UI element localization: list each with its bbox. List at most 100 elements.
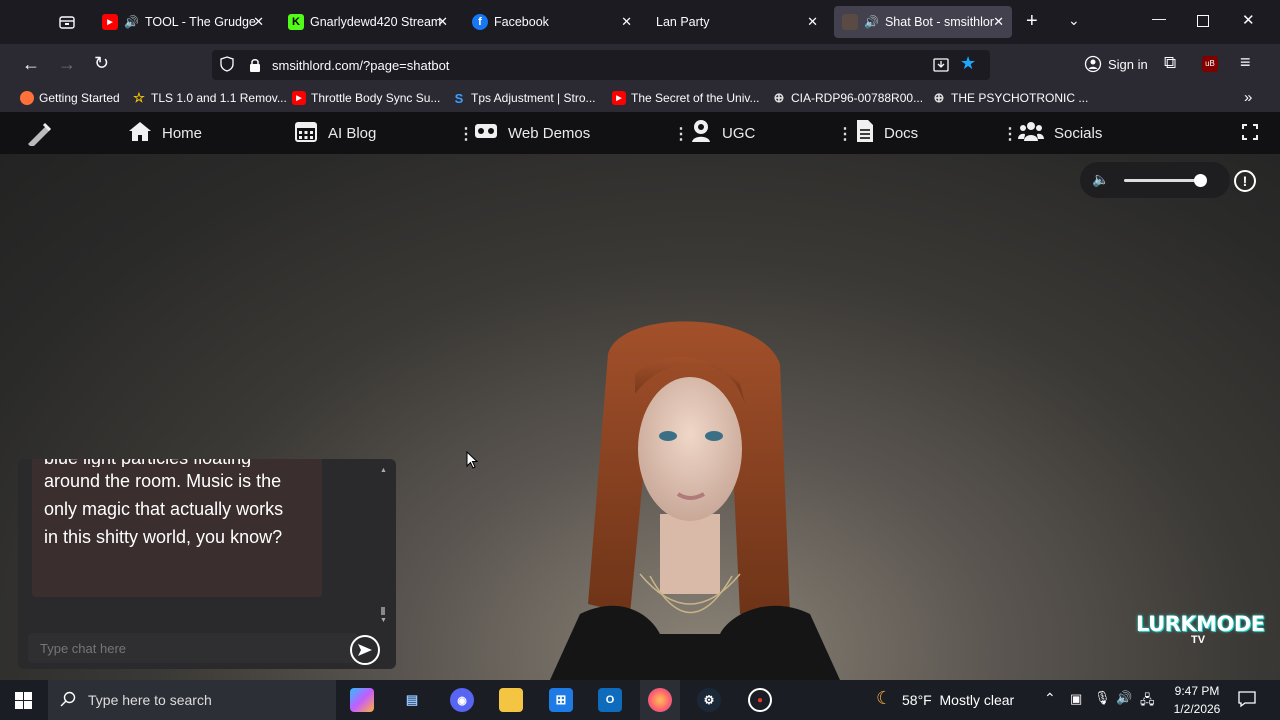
bookmark-tls[interactable]: ☆ TLS 1.0 and 1.1 Remov... xyxy=(132,90,287,105)
speaker-icon[interactable]: 🔊 xyxy=(1116,690,1132,706)
fullscreen-icon[interactable] xyxy=(1242,124,1258,145)
kick-icon: K xyxy=(288,14,304,30)
more-vertical-icon[interactable]: ⋮ xyxy=(837,124,853,144)
more-vertical-icon[interactable]: ⋮ xyxy=(1002,124,1018,144)
close-icon[interactable]: ✕ xyxy=(253,14,264,30)
nav-ai-blog[interactable]: AI Blog xyxy=(294,112,376,154)
bookmark-secret-universe[interactable]: ▶ The Secret of the Univ... xyxy=(612,91,760,105)
shield-icon[interactable] xyxy=(220,56,234,77)
sign-in-button[interactable]: Sign in xyxy=(1108,57,1148,72)
bookmark-label: Tps Adjustment | Stro... xyxy=(471,91,596,105)
more-vertical-icon[interactable]: ⋮ xyxy=(673,124,689,144)
account-icon[interactable] xyxy=(1084,55,1102,78)
windows-start-icon[interactable] xyxy=(15,692,32,714)
menu-icon[interactable]: ≡ xyxy=(1240,52,1251,73)
clock-date[interactable]: 1/2/2026 xyxy=(1168,702,1226,716)
speaker-icon[interactable]: 🔊 xyxy=(124,15,139,29)
nav-home[interactable]: Home xyxy=(128,112,202,154)
speaker-icon[interactable]: 🔊 xyxy=(864,15,879,29)
maximize-icon[interactable] xyxy=(1197,15,1209,27)
microphone-icon[interactable]: 🎙 xyxy=(1094,690,1111,706)
volume-slider[interactable] xyxy=(1124,174,1207,187)
youtube-icon: ▶ xyxy=(102,14,118,30)
taskbar-search[interactable]: Type here to search xyxy=(48,680,336,720)
volume-icon[interactable]: 🔈 xyxy=(1092,171,1109,188)
nav-docs[interactable]: Docs xyxy=(856,112,918,154)
scrollbar[interactable]: ▲ ▼ xyxy=(380,467,387,624)
bookmark-label: TLS 1.0 and 1.1 Remov... xyxy=(151,91,287,105)
bookmark-star-icon[interactable]: ★ xyxy=(960,53,976,74)
clock-time[interactable]: 9:47 PM xyxy=(1168,684,1226,698)
chevron-up-icon[interactable]: ⌃ xyxy=(1044,690,1056,707)
tab-tool-the-grudge[interactable]: ▶ 🔊 TOOL - The Grudge ✕ xyxy=(94,6,272,38)
reload-icon[interactable]: ↻ xyxy=(94,53,109,74)
ublock-icon[interactable]: uB xyxy=(1202,56,1218,72)
steam-icon[interactable]: ⚙ xyxy=(697,688,721,712)
nav-web-demos[interactable]: Web Demos xyxy=(474,112,590,154)
tab-gnarlydewd420[interactable]: K Gnarlydewd420 Stream ✕ xyxy=(280,6,456,38)
chat-partial-line: blue light particles floating xyxy=(44,459,304,467)
chevron-down-icon[interactable]: ⌄ xyxy=(1068,12,1080,29)
discord-icon[interactable]: ◉ xyxy=(450,688,474,712)
bookmark-label: The Secret of the Univ... xyxy=(631,91,760,105)
scroll-down-icon[interactable]: ▼ xyxy=(380,617,387,624)
bookmark-cia-rdp[interactable]: ⊕ CIA-RDP96-00788R00... xyxy=(772,90,924,105)
bookmark-tps-adjustment[interactable]: S Tps Adjustment | Stro... xyxy=(452,91,596,106)
scroll-thumb[interactable] xyxy=(381,607,385,615)
close-window-icon[interactable]: ✕ xyxy=(1242,11,1255,29)
outlook-icon[interactable]: O xyxy=(598,688,622,712)
file-explorer-icon[interactable] xyxy=(499,688,523,712)
scroll-up-icon[interactable]: ▲ xyxy=(380,467,387,474)
nav-ugc[interactable]: UGC xyxy=(690,112,755,154)
store-icon[interactable]: ⊞ xyxy=(549,688,573,712)
tab-title: Gnarlydewd420 Stream xyxy=(310,15,442,29)
site-logo-icon[interactable] xyxy=(26,122,52,151)
speedometer-icon[interactable]: ● xyxy=(748,688,772,712)
avatar-scene[interactable]: 🔈 ! blue light particles floating around… xyxy=(0,154,1280,680)
search-icon xyxy=(60,691,76,712)
extensions-icon[interactable]: ⧉ xyxy=(1164,53,1176,73)
tab-lan-party[interactable]: Lan Party ✕ xyxy=(648,6,826,38)
bookmark-getting-started[interactable]: Getting Started xyxy=(20,91,120,105)
close-icon[interactable]: ✕ xyxy=(437,14,448,30)
more-bookmarks-icon[interactable]: » xyxy=(1244,89,1252,106)
close-icon[interactable]: ✕ xyxy=(621,14,632,30)
forward-icon[interactable]: → xyxy=(58,54,76,75)
url-text[interactable]: smsithlord.com/?page=shatbot xyxy=(272,58,449,73)
navigation-bar: ← → ↻ smsithlord.com/?page=shatbot ★ Sig… xyxy=(0,44,1280,86)
minimize-icon[interactable]: — xyxy=(1152,10,1166,26)
notification-icon[interactable] xyxy=(1238,690,1256,713)
volume-knob[interactable] xyxy=(1194,174,1207,187)
send-button[interactable] xyxy=(350,635,380,665)
tab-list-icon[interactable] xyxy=(58,13,76,31)
copilot-icon[interactable] xyxy=(350,688,374,712)
nav-socials[interactable]: Socials xyxy=(1018,112,1102,154)
globe-icon: ⊕ xyxy=(773,90,785,105)
chat-input[interactable] xyxy=(28,633,358,663)
tab-facebook[interactable]: f Facebook ✕ xyxy=(464,6,640,38)
new-tab-icon[interactable]: + xyxy=(1026,10,1038,33)
firefox-icon xyxy=(20,91,34,105)
bookmark-psychotronic[interactable]: ⊕ THE PSYCHOTRONIC ... xyxy=(932,90,1089,105)
site-icon xyxy=(842,14,858,30)
info-icon[interactable]: ! xyxy=(1234,170,1256,192)
tray-app-icon[interactable]: ▣ xyxy=(1070,691,1082,707)
lock-icon[interactable] xyxy=(248,57,262,78)
tab-title: Lan Party xyxy=(656,15,710,29)
nav-label: Web Demos xyxy=(508,124,591,142)
bookmark-label: Throttle Body Sync Su... xyxy=(311,91,441,105)
file-app-icon[interactable]: ▤ xyxy=(400,688,424,712)
weather-moon-icon[interactable]: ☾ xyxy=(876,688,892,709)
network-icon[interactable]: 🖧 xyxy=(1140,691,1155,713)
close-icon[interactable]: ✕ xyxy=(993,14,1004,30)
close-icon[interactable]: ✕ xyxy=(807,14,818,30)
download-page-icon[interactable] xyxy=(932,56,950,79)
weather-text[interactable]: 58°F Mostly clear xyxy=(902,692,1014,708)
tab-shat-bot[interactable]: 🔊 Shat Bot - smsithlor ✕ xyxy=(834,6,1012,38)
more-vertical-icon[interactable]: ⋮ xyxy=(458,124,474,144)
back-icon[interactable]: ← xyxy=(22,54,40,75)
facebook-icon: f xyxy=(472,14,488,30)
bookmark-throttle-body[interactable]: ▶ Throttle Body Sync Su... xyxy=(292,91,440,105)
url-bar[interactable]: smsithlord.com/?page=shatbot ★ xyxy=(212,50,990,80)
nav-label: Home xyxy=(162,124,203,142)
